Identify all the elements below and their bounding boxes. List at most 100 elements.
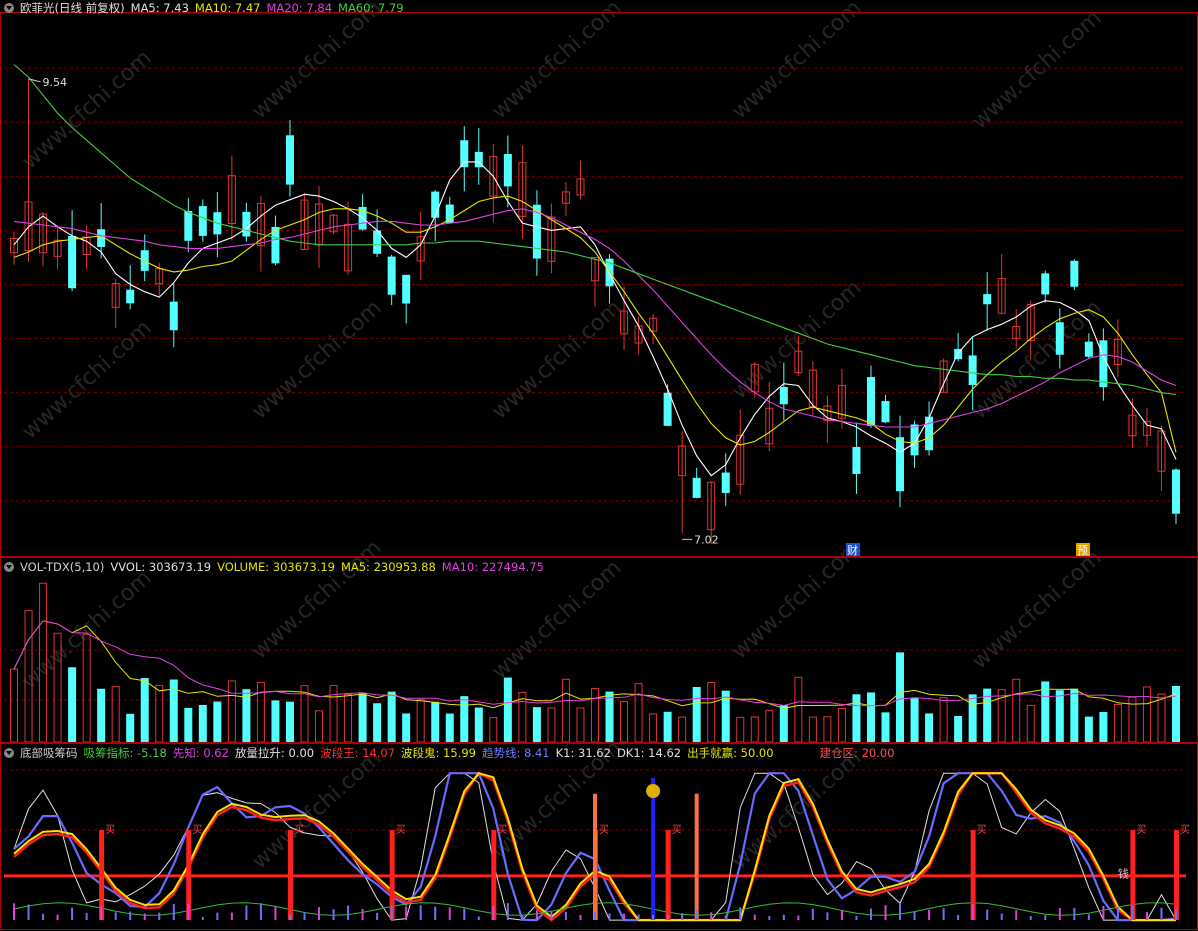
qsx-readout: 趋势线: 8.41 (481, 746, 550, 760)
ma5-readout: MA5: 7.43 (130, 1, 189, 15)
watermark-text: www.cfchi.com (727, 0, 866, 124)
xczb-readout: 吸筹指标: -5.18 (83, 746, 167, 760)
volume-bar (954, 716, 963, 743)
volume-readout: VOLUME: 303673.19 (217, 560, 335, 574)
histogram-bar (1087, 914, 1090, 920)
volume-bar (532, 707, 541, 743)
earnings-badge-label: 财 (847, 543, 858, 557)
volume-bar (68, 667, 77, 743)
watermark-text: www.cfchi.com (727, 746, 866, 875)
histogram-bar (1145, 912, 1148, 920)
volume-bar (460, 696, 469, 743)
price-grid (4, 67, 1186, 831)
candle-body (126, 289, 135, 304)
volume-bar (881, 712, 890, 743)
candle-body (402, 274, 411, 304)
volume-bar (373, 703, 382, 743)
watermark-text: www.cfchi.com (17, 46, 156, 175)
histogram-bar (1015, 910, 1018, 920)
histogram-bar (608, 913, 611, 920)
volume-bar (402, 713, 411, 743)
candle-body (881, 401, 890, 423)
volume-bar (344, 693, 353, 743)
candle-body (387, 256, 396, 295)
dropdown-icon[interactable] (4, 748, 14, 758)
histogram-bar (172, 904, 175, 920)
watermark-text: www.cfchi.com (247, 746, 386, 875)
volume-bar (227, 680, 236, 743)
histogram-bar (826, 912, 829, 920)
histogram-bar (1058, 908, 1061, 920)
histogram-bar (811, 908, 814, 920)
histogram-bar (1102, 905, 1105, 920)
histogram-bar (564, 911, 567, 920)
histogram-bar (957, 914, 960, 920)
histogram-bar (506, 903, 509, 920)
histogram-bar (899, 903, 902, 920)
buy-signal-label: 买 (105, 824, 115, 836)
chart-stage[interactable]: www.cfchi.com www.cfchi.com www.cfchi.com w… (0, 0, 1198, 931)
indicator-lines[interactable]: 买 买 买 买 买 买 买 买 买 买钱 (4, 771, 1190, 922)
candle-body (169, 301, 178, 331)
bdw-readout: 波段王: 14.07 (320, 746, 396, 760)
candle-body (285, 135, 294, 185)
indicator-header: 底部吸筹码 吸筹指标: -5.18 先知: 0.62 放量拉升: 0.00 波段王: 1… (4, 745, 901, 761)
volume-bar (431, 701, 440, 743)
volume-bar (10, 668, 18, 743)
histogram-bar (1073, 907, 1076, 920)
volume-bar (256, 682, 265, 743)
volume-bar (1055, 690, 1064, 743)
watermark-text: www.cfchi.com (487, 296, 626, 425)
histogram-bar (361, 909, 364, 920)
volume-bar (866, 692, 875, 743)
watermark-text: www.cfchi.com (487, 0, 626, 124)
volume-bar (474, 707, 483, 743)
histogram-bar (390, 905, 393, 920)
candle-body (852, 446, 861, 474)
dropdown-icon[interactable] (4, 3, 14, 13)
candle-body (184, 211, 193, 241)
candle-body (1070, 260, 1079, 287)
histogram-bar (259, 903, 262, 920)
dk1-readout: DK1: 14.62 (616, 746, 682, 760)
histogram-bar (448, 907, 451, 920)
histogram-bar (521, 915, 524, 920)
volume-bar (808, 716, 817, 743)
histogram-bar (129, 911, 132, 920)
histogram-bar (216, 912, 219, 920)
histogram-bar (71, 907, 74, 920)
volume-bar (1070, 688, 1079, 743)
volume-bars[interactable] (10, 582, 1180, 743)
candle-body (866, 377, 875, 427)
candle-body (1172, 469, 1180, 514)
volume-bar (111, 686, 120, 743)
volume-bar (896, 652, 905, 743)
volume-bar (1157, 693, 1166, 743)
indicator-name[interactable]: 底部吸筹码 (20, 746, 78, 760)
spike-bar (593, 793, 597, 920)
volume-header: VOL-TDX(5,10) VVOL: 303673.19 VOLUME: 3036… (4, 559, 550, 575)
volume-bar (285, 701, 294, 743)
watermark-text: www.cfchi.com (967, 546, 1106, 675)
cssy-readout: 出手就赢: 50.00 (687, 746, 774, 760)
candle-body (1099, 340, 1108, 388)
volume-indicator-name[interactable]: VOL-TDX(5,10) (20, 560, 104, 574)
volume-bar (852, 694, 861, 743)
xz-readout: 先知: 0.62 (172, 746, 229, 760)
histogram-bar (840, 909, 843, 920)
dropdown-icon[interactable] (4, 562, 14, 572)
histogram-bar (347, 905, 350, 920)
volume-bar (765, 709, 774, 743)
histogram-bar (245, 905, 248, 920)
histogram-bar (1175, 908, 1177, 920)
volume-bar (576, 707, 585, 743)
buy-signal-bar (665, 830, 671, 920)
histogram-bar (85, 912, 88, 920)
histogram-bar (623, 913, 626, 920)
histogram-bar (318, 907, 321, 920)
candle-body (983, 294, 992, 305)
histogram-bar (1160, 907, 1163, 920)
stock-title[interactable]: 欧菲光(日线 前复权) (20, 1, 125, 15)
volume-bar (271, 700, 280, 743)
histogram-bar (158, 912, 161, 920)
